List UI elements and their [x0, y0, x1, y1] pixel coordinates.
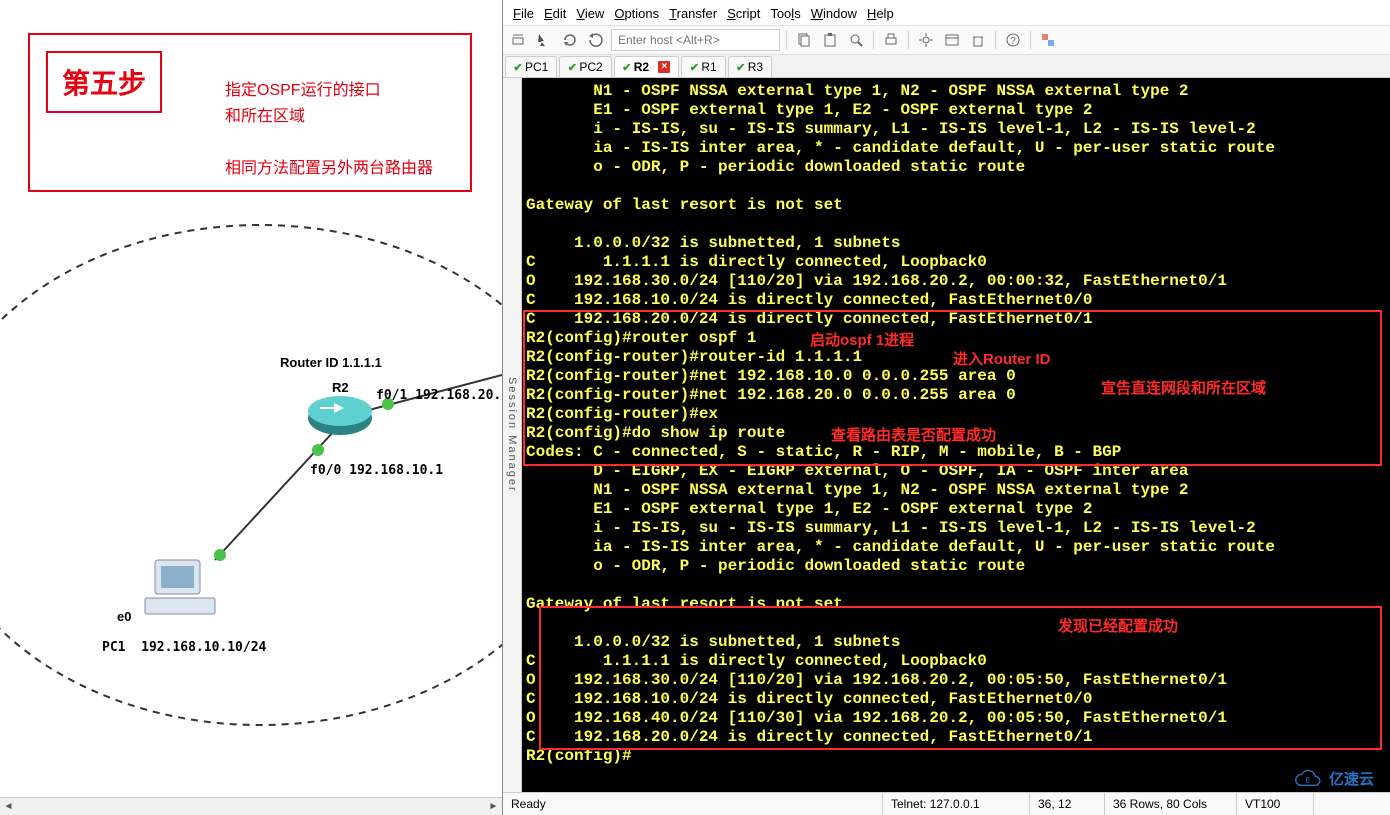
disconnect-icon[interactable] — [585, 29, 607, 51]
menu-options[interactable]: Options — [610, 4, 663, 23]
status-bar: Ready Telnet: 127.0.0.1 36, 12 36 Rows, … — [503, 792, 1390, 815]
check-icon: ✔ — [737, 63, 745, 71]
if-0-1-label: f0/1 192.168.20. — [376, 388, 501, 403]
tab-r1[interactable]: ✔R1 — [681, 56, 725, 77]
toolbar: ? — [503, 25, 1390, 55]
securecrt-window: File Edit View Options Transfer Script T… — [503, 0, 1390, 815]
router-name: R2 — [332, 380, 349, 395]
menu-view[interactable]: View — [572, 4, 608, 23]
menu-window[interactable]: Window — [807, 4, 861, 23]
topology-canvas[interactable]: 第五步 指定OSPF运行的接口 和所在区域 相同方法配置另外两台路由器 Rout… — [0, 0, 503, 815]
status-cursor: 36, 12 — [1030, 793, 1105, 815]
cloud-icon: E — [1293, 769, 1323, 789]
status-extra — [1314, 793, 1390, 815]
check-icon: ✔ — [568, 63, 576, 71]
step-title: 第五步 — [46, 51, 162, 113]
annotation-showroute: 查看路由表是否配置成功 — [831, 424, 996, 445]
annotation-box-2 — [539, 606, 1382, 750]
find-icon[interactable] — [845, 29, 867, 51]
tab-pc2[interactable]: ✔PC2 — [559, 56, 611, 77]
menu-script[interactable]: Script — [723, 4, 764, 23]
status-emulation: VT100 — [1237, 793, 1314, 815]
pc-if-label: e0 — [117, 609, 131, 624]
menu-help[interactable]: Help — [863, 4, 898, 23]
settings-icon[interactable] — [915, 29, 937, 51]
watermark-text: 亿速云 — [1329, 768, 1374, 789]
watermark: E 亿速云 — [1293, 768, 1374, 789]
status-connection: Telnet: 127.0.0.1 — [883, 793, 1030, 815]
tab-label: R3 — [748, 60, 763, 74]
tab-bar: ✔PC1 ✔PC2 ✔R2 × ✔R1 ✔R3 — [503, 55, 1390, 78]
pc-ip: 192.168.10.10/24 — [141, 640, 266, 655]
paste-icon[interactable] — [819, 29, 841, 51]
scroll-right-icon[interactable]: ► — [485, 798, 502, 815]
menu-edit[interactable]: Edit — [540, 4, 570, 23]
annotation-success: 发现已经配置成功 — [1058, 615, 1178, 636]
session-manager-label: Session Manager — [506, 377, 518, 493]
check-icon: ✔ — [690, 63, 698, 71]
tab-label: R1 — [701, 60, 716, 74]
help-icon[interactable]: ? — [1002, 29, 1024, 51]
router-id-label: Router ID 1.1.1.1 — [280, 355, 382, 370]
check-icon: ✔ — [514, 63, 522, 71]
close-icon[interactable]: × — [658, 61, 670, 73]
menu-transfer[interactable]: Transfer — [665, 4, 721, 23]
tab-label: PC2 — [579, 60, 602, 74]
horizontal-scrollbar[interactable]: ◄ ► — [0, 797, 502, 815]
terminal-wrap: Session Manager N1 - OSPF NSSA external … — [503, 78, 1390, 792]
tab-label: R2 — [634, 60, 649, 74]
check-icon: ✔ — [623, 63, 631, 71]
menu-file[interactable]: File — [509, 4, 538, 23]
trash-icon[interactable] — [967, 29, 989, 51]
menubar: File Edit View Options Transfer Script T… — [503, 0, 1390, 25]
scroll-left-icon[interactable]: ◄ — [0, 798, 17, 815]
quick-connect-icon[interactable] — [533, 29, 555, 51]
connect-icon[interactable] — [507, 29, 529, 51]
tab-r2[interactable]: ✔R2 × — [614, 56, 680, 77]
print-icon[interactable] — [880, 29, 902, 51]
svg-text:E: E — [1306, 775, 1311, 784]
tab-pc1[interactable]: ✔PC1 — [505, 56, 557, 77]
copy-icon[interactable] — [793, 29, 815, 51]
status-size: 36 Rows, 80 Cols — [1105, 793, 1237, 815]
step-description: 指定OSPF运行的接口 和所在区域 相同方法配置另外两台路由器 — [225, 78, 433, 182]
menu-tools[interactable]: Tools — [766, 4, 804, 23]
tab-label: PC1 — [525, 60, 548, 74]
step-box: 第五步 指定OSPF运行的接口 和所在区域 相同方法配置另外两台路由器 — [28, 33, 472, 192]
status-ready: Ready — [503, 793, 883, 815]
tab-r3[interactable]: ✔R3 — [728, 56, 772, 77]
annotation-routerid: 进入Router ID — [953, 348, 1051, 369]
arrange-icon[interactable] — [1037, 29, 1059, 51]
annotation-net: 宣告直连网段和所在区域 — [1101, 377, 1266, 398]
svg-text:?: ? — [1010, 36, 1016, 47]
host-input[interactable] — [611, 29, 780, 51]
session-manager-panel[interactable]: Session Manager — [503, 78, 522, 792]
if-0-0-label: f0/0 192.168.10.1 — [310, 463, 443, 478]
annotation-ospf: 启动ospf 1进程 — [810, 329, 914, 350]
session-options-icon[interactable] — [941, 29, 963, 51]
pc-name: PC1 — [102, 640, 125, 655]
reconnect-icon[interactable] — [559, 29, 581, 51]
